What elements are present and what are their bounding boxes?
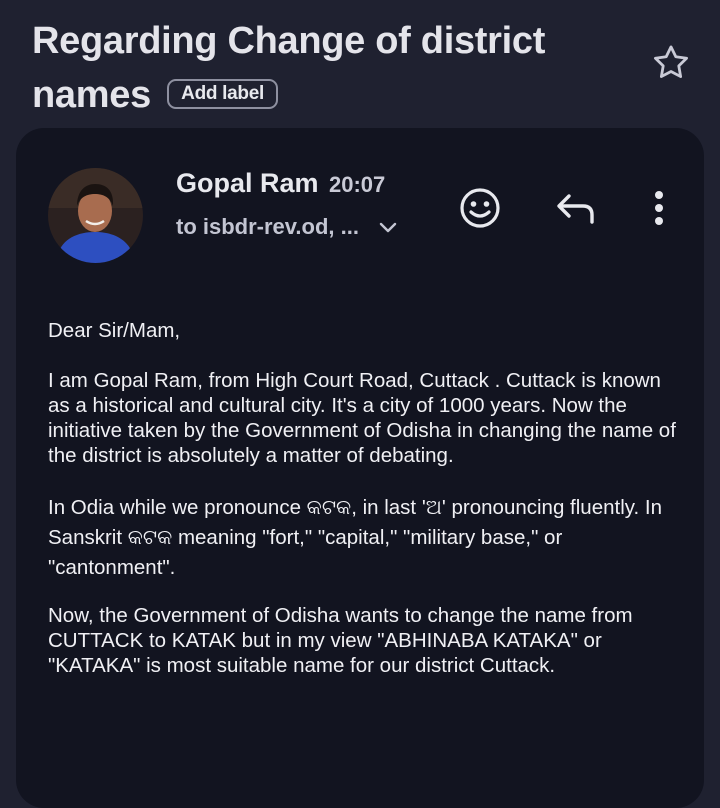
star-icon[interactable]	[650, 42, 692, 84]
sender-name[interactable]: Gopal Ram	[176, 168, 319, 198]
recipient-text: to isbdr-rev.od, ...	[176, 214, 359, 239]
body-paragraph: Dear Sir/Mam,	[48, 319, 181, 342]
subject-line-1: Regarding Change of district	[32, 20, 546, 62]
avatar[interactable]	[48, 168, 143, 263]
reply-icon[interactable]	[555, 192, 597, 226]
recipient-details[interactable]: to isbdr-rev.od, ...	[176, 214, 397, 240]
email-body: Dear Sir/Mam, I am Gopal Ram, from High …	[48, 318, 688, 703]
subject-line-2: names	[32, 74, 151, 116]
message-time: 20:07	[328, 172, 386, 197]
body-paragraph: In Odia while we pronounce କଟକ, in last …	[48, 496, 662, 579]
add-label-button[interactable]: Add label	[167, 78, 278, 109]
chevron-down-icon[interactable]	[379, 222, 397, 234]
email-subject: Regarding Change of district names Add l…	[32, 14, 632, 122]
body-paragraph: I am Gopal Ram, from High Court Road, Cu…	[48, 369, 676, 467]
sender-line: Gopal Ram 20:07	[176, 168, 385, 199]
more-options-icon[interactable]	[648, 188, 670, 228]
emoji-reaction-icon[interactable]	[458, 186, 502, 230]
body-paragraph: Now, the Government of Odisha wants to c…	[48, 604, 633, 677]
